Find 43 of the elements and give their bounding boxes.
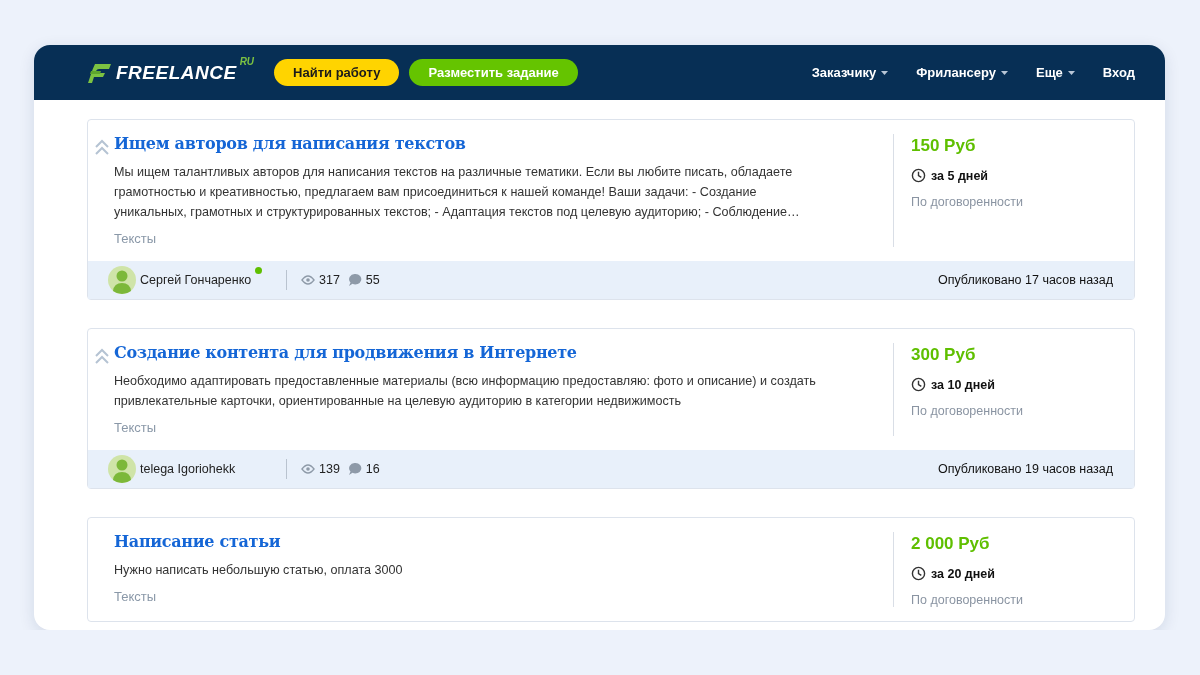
job-title[interactable]: Ищем авторов для написания текстов (114, 134, 466, 153)
avatar-icon (108, 266, 136, 294)
published-time: Опубликовано 17 часов назад (937, 273, 1113, 287)
job-deadline: за 10 дней (931, 377, 995, 392)
job-price: 300 Руб (911, 345, 977, 365)
clock-icon (911, 377, 926, 392)
logo-text: FREELANCE (116, 61, 237, 84)
comments-count: 16 (365, 462, 380, 476)
job-terms: По договоренности (911, 593, 1024, 607)
author-name[interactable]: telega Igoriohekk (140, 462, 236, 476)
job-description: Мы ищем талантливых авторов для написания текстов на различные тематики. Если вы любите писать, обладаете грамотностью и креативностью, предлагаем вам присоединиться к нашей команде! Ваши задачи: - Создание уникальных, грамотных и структурированных текстов; - Адаптация текстов под целевую аудиторию; - Соблюдение… (114, 164, 801, 221)
eye-icon (301, 464, 315, 474)
job-description: Необходимо адаптировать предоставленные материалы (всю информацию предоставляю: фото и описание) и создать привлекательные карточки, ориентированные на целевую аудиторию в категории недвижимость (114, 373, 817, 410)
clock-icon (911, 566, 926, 581)
job-deadline: за 20 дней (931, 566, 995, 581)
header-button[interactable]: Найти работу (274, 59, 400, 86)
logo-suffix: RU (239, 55, 255, 67)
job-title[interactable]: Создание контента для продвижения в Интернете (114, 343, 577, 362)
comments-count: 55 (365, 273, 380, 287)
caret-icon (1067, 70, 1075, 75)
eye-icon (301, 275, 315, 285)
comment-icon (348, 274, 362, 286)
job-price: 150 Руб (911, 136, 977, 156)
nav-link[interactable]: Заказчику (811, 65, 889, 80)
job-deadline: за 5 дней (931, 168, 989, 183)
avatar-icon (108, 455, 136, 483)
job-terms: По договоренности (911, 195, 1024, 209)
views-count: 317 (319, 273, 340, 287)
job-price: 2 000 Руб (911, 534, 991, 554)
caret-icon (881, 70, 889, 75)
author-name[interactable]: Сергей Гончаренко (140, 273, 252, 287)
nav-link[interactable]: Вход (1102, 65, 1135, 80)
logo-icon (87, 61, 113, 84)
nav-link[interactable]: Фрилансеру (916, 65, 1008, 80)
job-description: Нужно написать небольшую статью, оплата 3000 (114, 562, 404, 579)
published-time: Опубликовано 19 часов назад (937, 462, 1113, 476)
nav-link[interactable]: Еще (1035, 65, 1075, 80)
views-count: 139 (319, 462, 340, 476)
caret-icon (1000, 70, 1008, 75)
job-terms: По договоренности (911, 404, 1024, 418)
comment-icon (348, 463, 362, 475)
job-title[interactable]: Написание статьи (114, 532, 281, 551)
clock-icon (911, 168, 926, 183)
